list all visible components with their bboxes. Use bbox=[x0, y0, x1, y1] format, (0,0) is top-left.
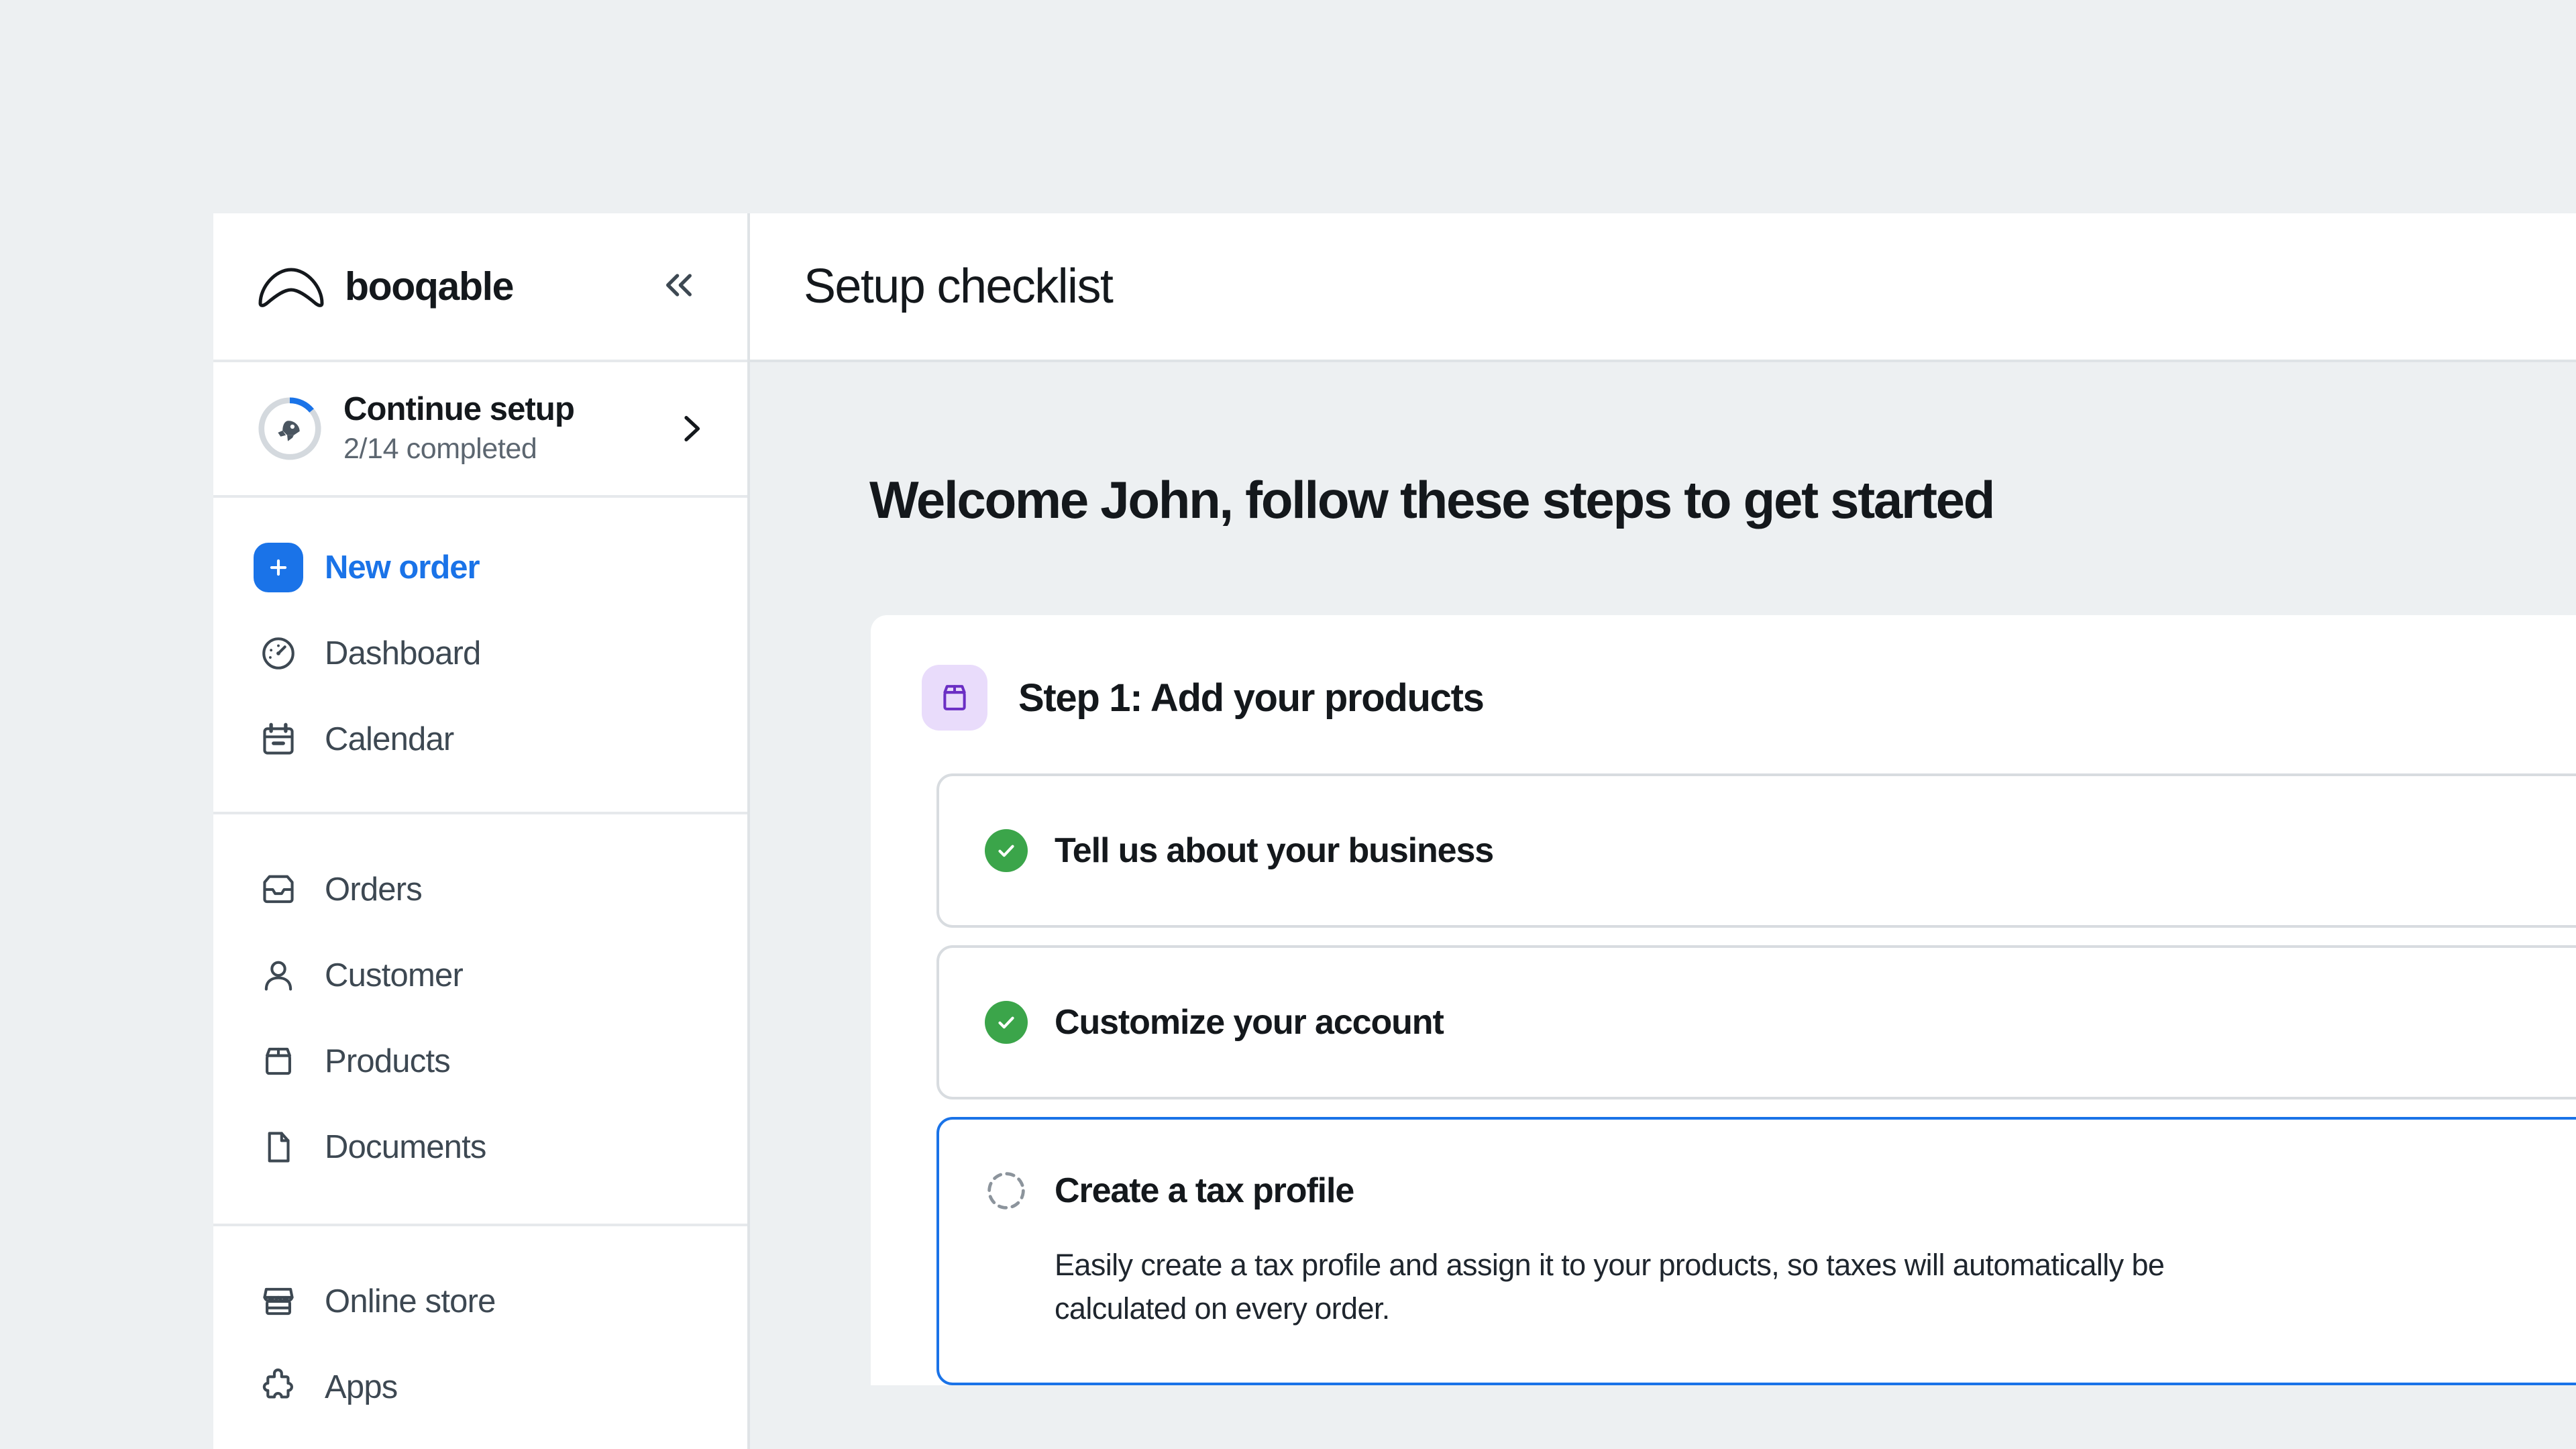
brand-name: booqable bbox=[345, 264, 513, 309]
storefront-icon bbox=[258, 1281, 299, 1322]
task-row: Tell us about your business bbox=[985, 829, 1493, 872]
box-icon bbox=[258, 1040, 299, 1082]
content-scroll-area: Welcome John, follow these steps to get … bbox=[750, 362, 2576, 1449]
nav-group-channels: Online store Apps bbox=[213, 1226, 747, 1449]
sidebar-item-orders[interactable]: Orders bbox=[213, 847, 747, 932]
sidebar-item-apps[interactable]: Apps bbox=[213, 1344, 747, 1430]
sidebar-item-label: Customer bbox=[325, 957, 463, 994]
dashed-circle-icon bbox=[985, 1169, 1028, 1212]
check-circle-icon bbox=[985, 1001, 1028, 1044]
person-icon bbox=[258, 955, 299, 996]
nav-group-records: Orders Customer bbox=[213, 814, 747, 1226]
rocket-icon bbox=[278, 421, 299, 441]
step-header: Step 1: Add your products bbox=[871, 665, 2576, 731]
sidebar-item-documents[interactable]: Documents bbox=[213, 1104, 747, 1190]
sidebar: booqable bbox=[213, 213, 750, 1449]
sidebar-item-dashboard[interactable]: Dashboard bbox=[213, 610, 747, 696]
sidebar-item-online-store[interactable]: Online store bbox=[213, 1258, 747, 1344]
document-icon bbox=[258, 1126, 299, 1168]
sidebar-item-products[interactable]: Products bbox=[213, 1018, 747, 1104]
welcome-heading: Welcome John, follow these steps to get … bbox=[869, 470, 2576, 531]
app-window: booqable bbox=[213, 213, 2576, 1449]
continue-setup-row[interactable]: Continue setup 2/14 completed bbox=[213, 362, 747, 498]
sidebar-header: booqable bbox=[213, 213, 747, 362]
sidebar-item-calendar[interactable]: Calendar bbox=[213, 696, 747, 782]
gauge-icon bbox=[258, 633, 299, 674]
sidebar-item-customer[interactable]: Customer bbox=[213, 932, 747, 1018]
inbox-icon bbox=[258, 869, 299, 910]
page-title: Setup checklist bbox=[804, 259, 1112, 314]
task-description: Easily create a tax profile and assign i… bbox=[1055, 1243, 2195, 1331]
calendar-icon bbox=[258, 718, 299, 760]
checklist-panel: Step 1: Add your products Tell us about … bbox=[871, 615, 2576, 1385]
brand[interactable]: booqable bbox=[256, 264, 652, 309]
sidebar-item-label: Orders bbox=[325, 871, 422, 908]
setup-progress-label: 2/14 completed bbox=[343, 433, 672, 466]
checklist-item-tell-us-about-your-business[interactable]: Tell us about your business bbox=[936, 773, 2576, 928]
sidebar-item-label: Calendar bbox=[325, 720, 453, 758]
task-row: Customize your account bbox=[985, 1001, 1444, 1044]
checklist-item-create-a-tax-profile[interactable]: Create a tax profile Easily create a tax… bbox=[936, 1117, 2576, 1385]
chevron-right-icon bbox=[672, 410, 710, 447]
sidebar-item-label: Products bbox=[325, 1042, 450, 1080]
sidebar-item-label: Documents bbox=[325, 1128, 486, 1166]
sidebar-item-label: Dashboard bbox=[325, 635, 481, 672]
boomerang-logo-icon bbox=[256, 264, 326, 309]
top-bar: Setup checklist bbox=[750, 213, 2576, 362]
task-label: Customize your account bbox=[1055, 1002, 1444, 1042]
sidebar-collapse-button[interactable] bbox=[652, 260, 706, 313]
check-circle-icon bbox=[985, 829, 1028, 872]
main-area: Setup checklist Welcome John, follow the… bbox=[750, 213, 2576, 1449]
nav-group-primary: New order Dashboard bbox=[213, 498, 747, 814]
sidebar-item-label: Apps bbox=[325, 1368, 398, 1406]
task-row: Create a tax profile bbox=[985, 1169, 1354, 1212]
sidebar-item-label: Online store bbox=[325, 1283, 496, 1320]
puzzle-piece-icon bbox=[258, 1366, 299, 1408]
checklist-item-customize-your-account[interactable]: Customize your account bbox=[936, 945, 2576, 1099]
task-label: Tell us about your business bbox=[1055, 830, 1493, 871]
setup-progress-ring bbox=[258, 396, 322, 461]
step-title: Step 1: Add your products bbox=[1018, 676, 1484, 720]
task-label: Create a tax profile bbox=[1055, 1171, 1354, 1211]
setup-title: Continue setup bbox=[343, 392, 672, 427]
setup-text-block: Continue setup 2/14 completed bbox=[343, 392, 672, 466]
sidebar-item-new-order[interactable]: New order bbox=[213, 525, 747, 610]
plus-icon bbox=[254, 543, 303, 592]
sidebar-item-label: New order bbox=[325, 549, 480, 586]
double-chevron-left-icon bbox=[660, 266, 698, 307]
box-icon bbox=[922, 665, 987, 731]
